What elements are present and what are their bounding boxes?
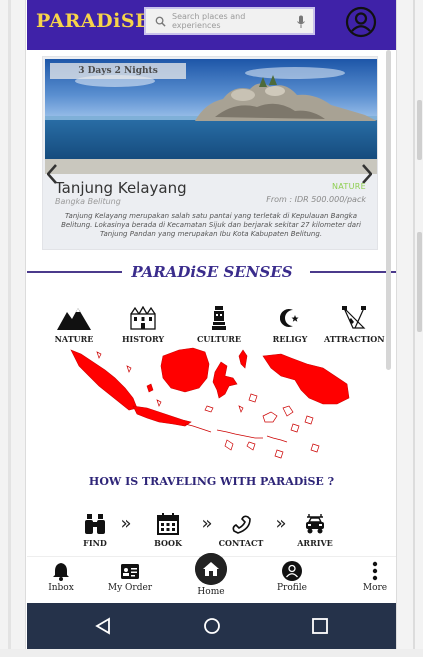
- nav-label: Home: [197, 587, 225, 597]
- divider-left: [27, 271, 122, 273]
- bell-icon: [53, 563, 69, 581]
- indonesia-map-icon[interactable]: [67, 346, 352, 462]
- statue-icon: [212, 306, 226, 330]
- bottom-navigation: Inbox My Order Home Profile More: [27, 553, 396, 600]
- step-book: BOOK: [141, 513, 195, 548]
- destination-region: Bangka Belitung: [55, 197, 121, 206]
- step-find: FIND: [68, 513, 122, 548]
- destination-photo: 3 Days 2 Nights: [45, 59, 377, 174]
- home-icon: [195, 553, 227, 585]
- account-icon[interactable]: [345, 6, 377, 38]
- step-label: CONTACT: [218, 538, 264, 548]
- calendar-icon: [157, 513, 179, 535]
- category-religy[interactable]: RELIGY: [260, 306, 320, 344]
- order-card-icon: [121, 564, 139, 579]
- step-arrive: ARRIVE: [288, 513, 342, 548]
- brand-logo[interactable]: PARADiSE: [36, 10, 150, 32]
- senses-title: PARADiSE SENSES: [131, 263, 293, 281]
- phone-icon: [232, 515, 251, 534]
- home-circle-icon[interactable]: [202, 616, 222, 636]
- duration-badge: 3 Days 2 Nights: [50, 63, 186, 79]
- nav-label: Inbox: [48, 583, 74, 593]
- nav-profile[interactable]: Profile: [262, 561, 322, 593]
- palace-icon: [130, 306, 156, 330]
- destination-description: Tanjung Kelayang merupakan salah satu pa…: [61, 212, 361, 238]
- back-icon[interactable]: [93, 616, 113, 636]
- divider-right: [310, 271, 396, 273]
- device-bottom-bezel: [0, 649, 423, 657]
- nav-inbox[interactable]: Inbox: [31, 561, 91, 593]
- category-label: CULTURE: [197, 334, 241, 344]
- featured-destination-card[interactable]: 3 Days 2 Nights Tanjung Kelayang NATURE …: [42, 56, 378, 250]
- profile-icon: [282, 561, 302, 581]
- category-label: NATURE: [54, 334, 94, 344]
- nav-more[interactable]: More: [345, 561, 396, 593]
- step-label: BOOK: [154, 538, 182, 548]
- device-frame-edge: [413, 0, 415, 657]
- system-navigation-bar: [27, 603, 396, 649]
- nav-label: More: [362, 583, 388, 593]
- carousel-next-icon[interactable]: [362, 164, 372, 184]
- app-screen: PARADiSE Search places and experiences 3…: [27, 0, 396, 649]
- device-power-button: [417, 232, 422, 332]
- more-vertical-icon: [372, 561, 378, 581]
- category-label: ATTRACTION: [324, 334, 385, 344]
- recents-icon[interactable]: [310, 616, 330, 636]
- app-header: PARADiSE Search places and experiences: [27, 0, 396, 50]
- step-separator: »: [120, 513, 132, 534]
- nav-label: My Order: [107, 583, 153, 593]
- mountain-icon: [57, 308, 91, 330]
- search-bar[interactable]: Search places and experiences: [144, 7, 315, 35]
- nav-label: Profile: [277, 583, 307, 593]
- step-contact: CONTACT: [214, 513, 268, 548]
- device-volume-button: [417, 100, 422, 160]
- search-icon: [155, 16, 166, 27]
- device-frame-left: [0, 0, 26, 657]
- search-input[interactable]: Search places and experiences: [172, 12, 282, 30]
- step-label: FIND: [83, 538, 107, 548]
- category-history[interactable]: HISTORY: [113, 306, 173, 344]
- category-attraction[interactable]: ATTRACTION: [324, 306, 385, 344]
- category-nature[interactable]: NATURE: [44, 306, 104, 344]
- destination-price: From : IDR 500.000/pack: [266, 195, 366, 204]
- category-label: HISTORY: [121, 334, 165, 344]
- spotlight-icon: [342, 306, 366, 329]
- binoculars-icon: [85, 514, 105, 534]
- category-culture[interactable]: CULTURE: [189, 306, 249, 344]
- crescent-star-icon: [280, 309, 299, 327]
- destination-name: Tanjung Kelayang: [55, 179, 187, 197]
- how-it-works-title: HOW IS TRAVELING WITH PARADiSE ?: [88, 475, 335, 488]
- nav-home[interactable]: Home: [181, 553, 241, 597]
- destination-category: NATURE: [332, 182, 366, 191]
- car-icon: [306, 514, 324, 534]
- nav-my-order[interactable]: My Order: [100, 561, 160, 593]
- scrollbar[interactable]: [386, 50, 391, 370]
- microphone-icon[interactable]: [296, 15, 306, 29]
- step-label: ARRIVE: [297, 538, 333, 548]
- category-label: RELIGY: [272, 334, 308, 344]
